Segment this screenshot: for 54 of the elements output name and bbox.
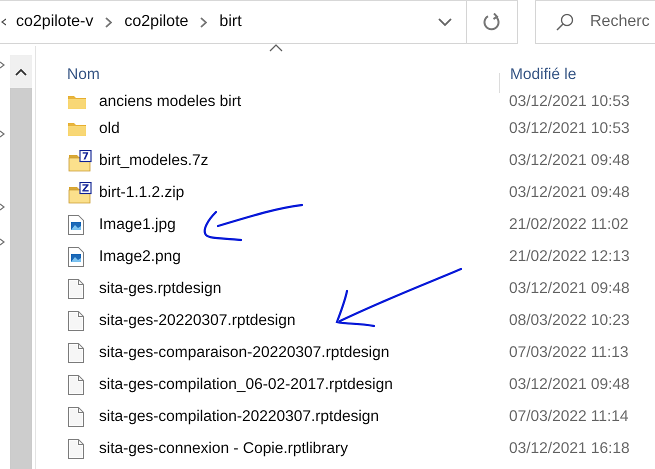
file-icon — [68, 343, 84, 363]
column-header[interactable]: Modifié le — [510, 66, 576, 83]
chevron-icon — [105, 16, 112, 28]
file-icon — [68, 375, 84, 395]
file-name[interactable]: sita-ges-comparaison-20220307.rptdesign — [99, 344, 509, 362]
expand-icon[interactable] — [0, 130, 5, 138]
file-icon — [68, 279, 84, 299]
address-bar[interactable]: co2pilote-v co2pilote birt — [0, 0, 518, 44]
file-name[interactable]: old — [99, 120, 509, 138]
file-name[interactable]: Image1.jpg — [99, 216, 509, 234]
chevron-icon — [1, 18, 6, 26]
scrollbar[interactable] — [10, 55, 32, 469]
file-name[interactable]: birt-1.1.2.zip — [99, 184, 509, 202]
file-icon — [68, 407, 84, 427]
modified-date: 21/02/2022 12:13 — [509, 248, 630, 266]
dropdown-icon[interactable] — [438, 18, 452, 26]
file-name[interactable]: sita-ges-20220307.rptdesign — [99, 312, 509, 330]
file-name[interactable]: sita-ges.rptdesign — [99, 280, 509, 298]
file-icon — [68, 311, 84, 331]
file-icon — [68, 439, 84, 459]
expand-icon[interactable] — [0, 203, 5, 211]
expand-icon[interactable] — [0, 61, 5, 69]
file-name[interactable]: sita-ges-compilation-20220307.rptdesign — [99, 408, 509, 426]
file-name[interactable]: sita-ges-compilation_06-02-2017.rptdesign — [99, 376, 509, 394]
scroll-up-button[interactable] — [10, 55, 32, 88]
modified-date: 03/12/2021 10:53 — [509, 93, 630, 111]
modified-date: 07/03/2022 11:13 — [509, 344, 629, 362]
modified-date: 07/03/2022 11:14 — [509, 408, 629, 426]
modified-date: 03/12/2021 09:48 — [509, 376, 630, 394]
search-field[interactable]: Recherc — [535, 0, 655, 44]
chevron-icon — [200, 16, 208, 28]
refresh-icon — [483, 13, 501, 31]
folder-icon — [68, 93, 86, 111]
file-name[interactable]: birt_modeles.7z — [99, 152, 509, 170]
breadcrumb-item[interactable]: co2pilote — [124, 13, 188, 31]
breadcrumb-item[interactable]: co2pilote-v — [16, 13, 94, 31]
modified-date: 03/12/2021 09:48 — [509, 280, 630, 298]
modified-date: 21/02/2022 11:02 — [509, 216, 629, 234]
image-file-icon — [68, 215, 84, 235]
search-icon — [556, 13, 574, 31]
modified-date: 03/12/2021 16:18 — [509, 440, 630, 458]
file-name[interactable]: Image2.png — [99, 248, 509, 266]
breadcrumb-item[interactable]: birt — [219, 13, 242, 31]
image-file-icon — [68, 247, 84, 267]
modified-date: 03/12/2021 09:48 — [509, 152, 630, 170]
modified-date: 03/12/2021 09:48 — [509, 184, 630, 202]
file-name[interactable]: sita-ges-connexion - Copie.rptlibrary — [99, 440, 509, 458]
expand-icon[interactable] — [0, 238, 5, 246]
file-name[interactable]: anciens modeles birt — [99, 93, 509, 111]
modified-date: 08/03/2022 10:23 — [509, 312, 630, 330]
caret-up-icon — [15, 68, 27, 76]
column-header[interactable]: Nom — [67, 66, 100, 83]
folder-icon — [68, 120, 86, 138]
modified-date: 03/12/2021 10:53 — [509, 120, 630, 138]
